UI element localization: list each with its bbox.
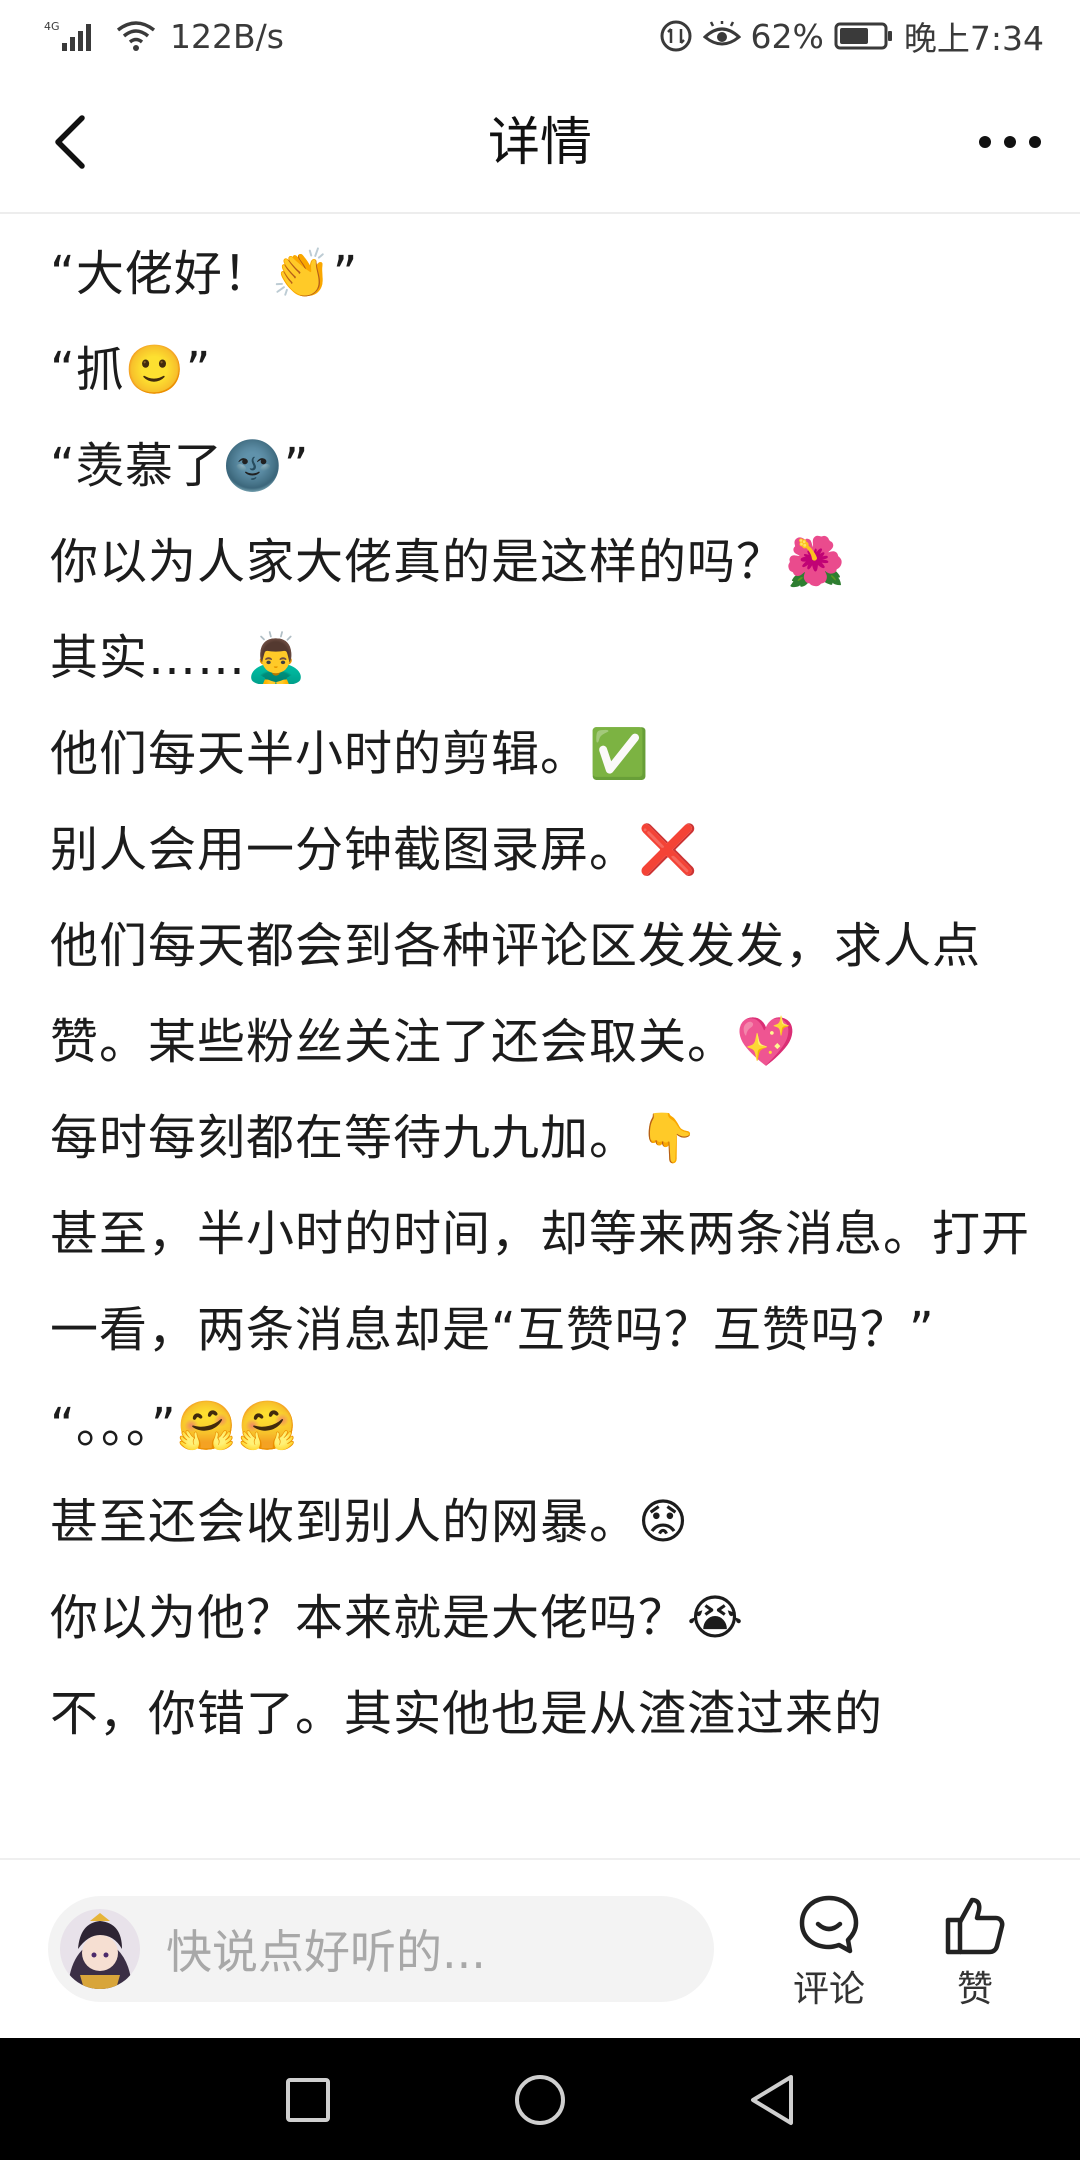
paragraph: 他们每天半小时的剪辑。✅ (50, 726, 650, 782)
home-button[interactable] (506, 2066, 574, 2134)
more-dots-icon (979, 136, 1041, 148)
paragraph: “大佬好！👏” (50, 246, 359, 302)
like-label: 赞 (956, 1969, 993, 2010)
paragraph: 其实……🙇‍♂️ (50, 630, 307, 686)
clock: 晚上7:34 (903, 19, 1044, 58)
paragraph: 每时每刻都在等待九九加。👇 (50, 1110, 699, 1166)
eye-comfort-icon (702, 21, 741, 51)
paragraph: 甚至还会收到别人的网暴。😟 (50, 1494, 690, 1550)
square-icon (286, 2078, 330, 2122)
status-bar: 4G 122B/s 62% 晚上7:34 (0, 0, 1080, 72)
paragraph: 他们每天都会到各种评论区发发发，求人点赞。某些粉丝关注了还会取关。💖 (50, 918, 982, 1070)
page-title: 详情 (487, 113, 592, 173)
circle-icon (515, 2075, 565, 2125)
more-button[interactable] (970, 112, 1050, 172)
comment-bubble-icon (799, 1895, 859, 1954)
status-right: 62% 晚上7:34 (659, 12, 1044, 60)
paragraph: “羡慕了🌚” (50, 438, 310, 494)
system-nav-bar (0, 2038, 1080, 2160)
nav-back-button[interactable] (738, 2066, 806, 2134)
paragraph: 别人会用一分钟截图录屏。❌ (50, 822, 699, 878)
battery-icon (834, 21, 894, 51)
avatar (60, 1909, 140, 1989)
wifi-icon (116, 20, 156, 52)
comment-placeholder: 快说点好听的... (166, 1925, 486, 1979)
battery-percent: 62% (750, 16, 824, 56)
triangle-back-icon (751, 2075, 793, 2125)
thumbs-up-icon (945, 1897, 1005, 1955)
comment-button[interactable]: 评论 (774, 1894, 884, 2014)
paragraph: 不，你错了。其实他也是从渣渣过来的 (50, 1686, 884, 1742)
post-content: “大佬好！👏” “抓🙂” “羡慕了🌚” 你以为人家大佬真的是这样的吗？🌺 其实…… (0, 214, 1080, 1858)
comment-label: 评论 (792, 1969, 865, 2010)
header: 详情 (0, 72, 1080, 214)
comment-bar: 快说点好听的... 评论 赞 (0, 1858, 1080, 2038)
paragraph: 甚至，半小时的时间，却等来两条消息。打开一看，两条消息却是“互赞吗？互赞吗？” … (50, 1206, 1031, 1454)
cellular-signal-icon: 4G (44, 19, 102, 53)
comment-input[interactable]: 快说点好听的... (48, 1896, 714, 2002)
status-left: 4G 122B/s (44, 17, 284, 56)
paragraph: 你以为人家大佬真的是这样的吗？🌺 (50, 534, 846, 590)
like-button[interactable]: 赞 (920, 1894, 1030, 2014)
recent-apps-button[interactable] (274, 2066, 342, 2134)
paragraph: 你以为他？本来就是大佬吗？😭 (50, 1590, 745, 1646)
paragraph: “抓🙂” (50, 342, 212, 398)
network-speed: 122B/s (170, 16, 284, 56)
data-saver-icon (659, 19, 693, 53)
svg-text:4G: 4G (44, 20, 60, 33)
